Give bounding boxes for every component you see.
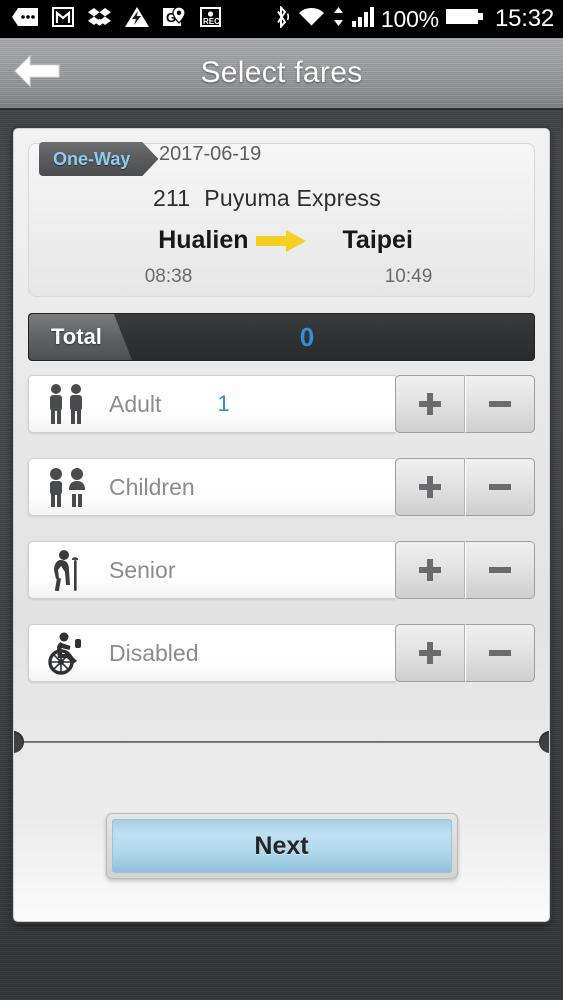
increment-disabled-button[interactable]	[395, 624, 465, 682]
rec-icon: REC	[200, 6, 221, 32]
fare-rows: Adult 1 Children Senior Disabled	[28, 375, 535, 707]
app-header: Select fares	[0, 38, 563, 110]
fare-row-children: Children	[28, 458, 535, 516]
fare-row-label: Senior	[109, 556, 176, 583]
fare-row-steppers	[395, 458, 535, 516]
svg-text:REC: REC	[203, 17, 220, 26]
data-transfer-icon	[332, 6, 345, 32]
stub-notch-left	[14, 731, 24, 753]
fare-row-body: Children	[28, 458, 395, 516]
bluetooth-icon	[273, 4, 291, 33]
increment-senior-button[interactable]	[395, 541, 465, 599]
fare-row-label: Adult	[109, 390, 162, 417]
train-number: 211	[153, 185, 191, 211]
stub-notch-right	[539, 731, 549, 753]
fares-panel: One-Way 2017-06-19 211 Puyuma Express Hua…	[13, 128, 550, 922]
fare-row-steppers	[395, 624, 535, 682]
footer-actions: Next	[14, 813, 549, 879]
adult-pair-icon	[43, 383, 95, 425]
page-title: Select fares	[200, 56, 363, 89]
lightning-triangle-icon	[125, 6, 149, 32]
total-bar: Total 0	[28, 313, 535, 361]
origin-station: Hualien	[158, 226, 249, 254]
fare-row-senior: Senior	[28, 541, 535, 599]
status-bar-right-icons: 100% 15:32	[273, 4, 554, 33]
destination-station: Taipei	[342, 226, 413, 254]
children-pair-icon	[43, 466, 95, 508]
status-bar-clock: 15:32	[494, 5, 554, 32]
decrement-children-button[interactable]	[465, 458, 535, 516]
fare-row-steppers	[395, 541, 535, 599]
departure-time: 08:38	[144, 266, 193, 287]
fare-row-body: Senior	[28, 541, 395, 599]
cellular-signal-icon	[351, 6, 374, 32]
status-bar-left-icons: G REC	[12, 5, 221, 32]
next-button-label: Next	[111, 819, 452, 873]
total-label: Total	[29, 314, 132, 360]
battery-percent-label: 100%	[380, 5, 439, 32]
back-arrow-icon	[13, 54, 61, 93]
fare-row-count: 1	[217, 391, 230, 416]
arrival-time: 10:49	[384, 266, 433, 287]
fare-row-adult: Adult 1	[28, 375, 535, 433]
fare-row-label: Children	[109, 473, 195, 500]
right-arrow-icon	[249, 228, 315, 254]
stub-divider	[14, 741, 549, 743]
increment-adult-button[interactable]	[395, 375, 465, 433]
messages-dots-icon	[12, 7, 38, 31]
decrement-senior-button[interactable]	[465, 541, 535, 599]
fare-row-body: Disabled	[28, 624, 395, 682]
fare-row-label: Disabled	[109, 639, 199, 666]
status-bar: G REC 100% 15:32	[0, 0, 563, 38]
decrement-adult-button[interactable]	[465, 375, 535, 433]
fare-row-disabled: Disabled	[28, 624, 535, 682]
wheelchair-icon	[43, 631, 95, 675]
gmail-icon	[52, 6, 74, 32]
trip-date: 2017-06-19	[159, 143, 262, 165]
trip-times: 08:38 10:49	[29, 266, 534, 288]
wifi-icon	[298, 6, 325, 32]
train-name: Puyuma Express	[204, 185, 381, 211]
trip-train-info: 211 Puyuma Express	[153, 185, 381, 212]
battery-full-icon	[445, 6, 484, 32]
trip-type-tag[interactable]: One-Way	[39, 142, 158, 176]
dropbox-icon	[88, 7, 111, 32]
next-button[interactable]: Next	[105, 813, 458, 879]
trip-summary-card: One-Way 2017-06-19 211 Puyuma Express Hua…	[28, 143, 535, 297]
total-value: 0	[299, 321, 315, 352]
google-maps-pin-icon: G	[163, 5, 186, 32]
senior-cane-icon	[43, 548, 95, 592]
trip-route: Hualien Taipei	[29, 226, 534, 255]
fare-row-steppers	[395, 375, 535, 433]
fare-row-body: Adult 1	[28, 375, 395, 433]
back-button[interactable]	[0, 37, 74, 109]
increment-children-button[interactable]	[395, 458, 465, 516]
decrement-disabled-button[interactable]	[465, 624, 535, 682]
